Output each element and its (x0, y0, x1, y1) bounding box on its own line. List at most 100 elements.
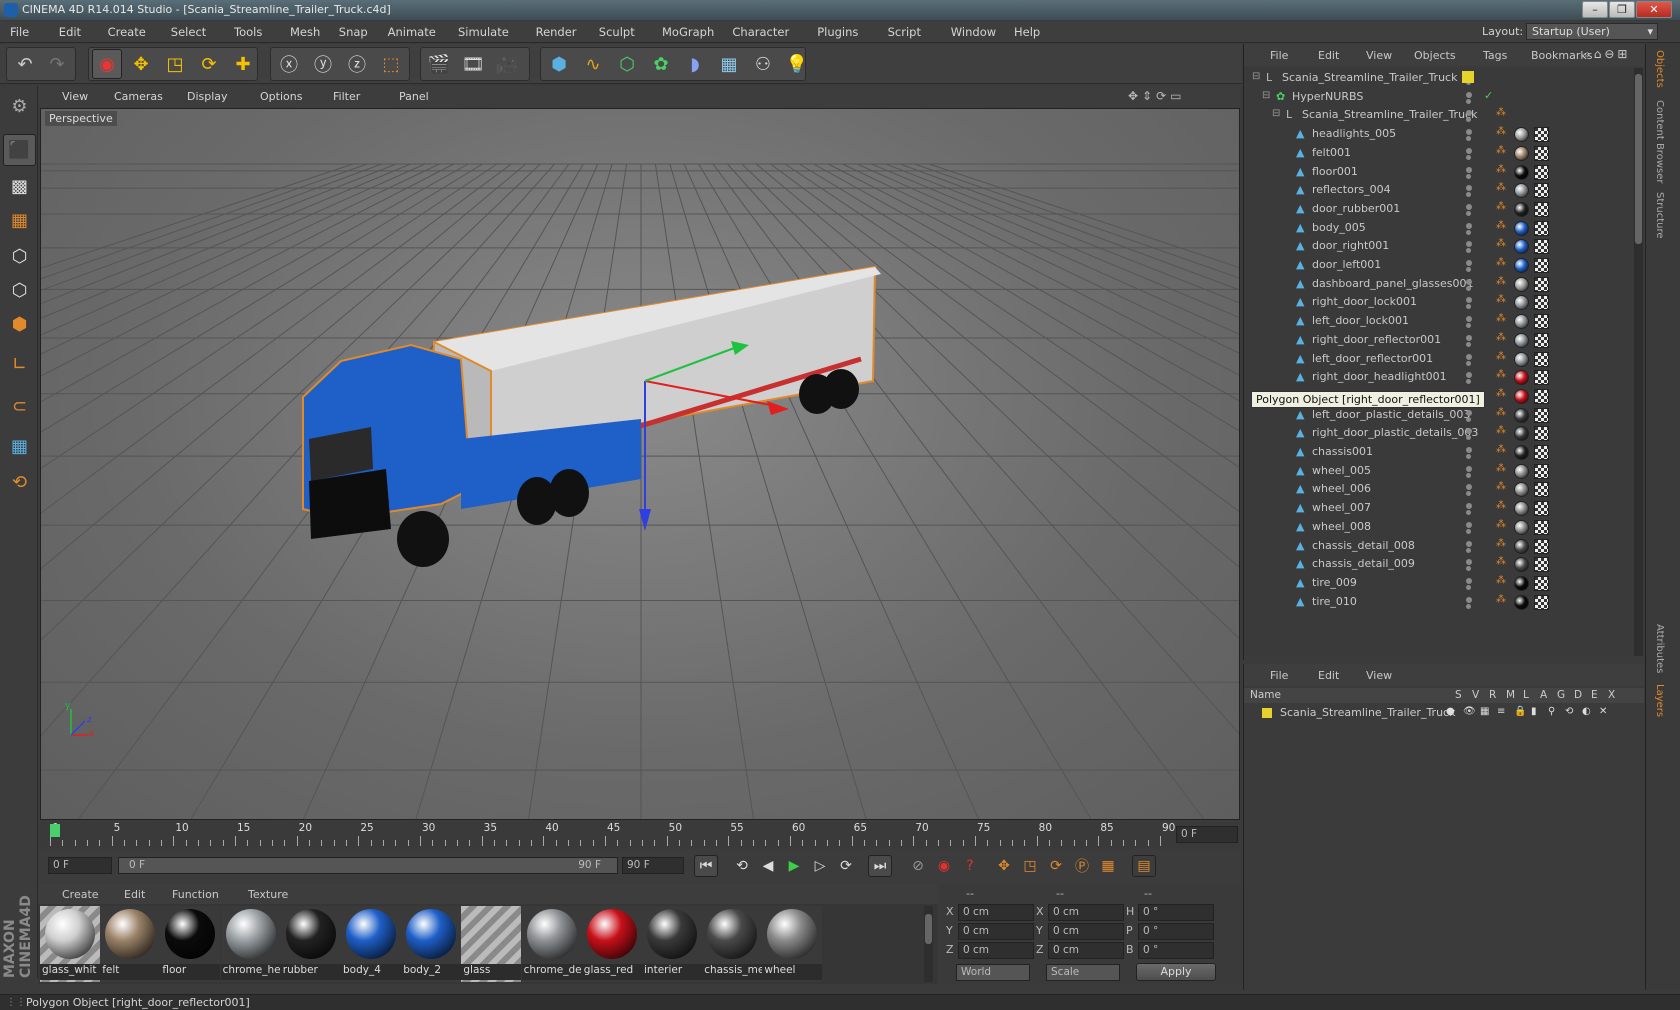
object-row[interactable]: ▲ dashboard_panel_glasses001 ⁂ (1244, 274, 1644, 294)
phong-tag-icon[interactable]: ⁂ (1496, 201, 1506, 212)
x-axis-lock-icon[interactable]: ⓧ (274, 49, 304, 79)
phong-tag-icon[interactable]: ⁂ (1496, 369, 1506, 380)
object-manager-search-icon[interactable]: ⌕⌂⊖⊞ (1584, 47, 1630, 62)
object-row[interactable]: ▲ reflectors_004 ⁂ (1244, 180, 1644, 200)
render-visibility-dot[interactable] (1466, 98, 1471, 104)
workplane-icon[interactable]: ▦ (3, 204, 36, 236)
polygons-mode-icon[interactable]: ⬢ (3, 308, 36, 340)
object-row[interactable]: ▲ tire_010 ⁂ (1244, 592, 1644, 612)
spline-icon[interactable]: ∿ (578, 49, 608, 79)
tree-expander-icon[interactable]: ⊟ (1252, 71, 1260, 82)
key-parameter-icon[interactable]: Ⓟ (1070, 855, 1094, 877)
layer-column-d[interactable]: D (1574, 689, 1582, 701)
phong-tag-icon[interactable]: ⁂ (1496, 220, 1506, 231)
object-row[interactable]: ▲ floor001 ⁂ (1244, 162, 1644, 182)
previous-frame-icon[interactable]: ◀ (756, 855, 780, 877)
material-tag-icon[interactable] (1514, 370, 1529, 386)
phong-tag-icon[interactable]: ⁂ (1496, 500, 1506, 511)
render-visibility-dot[interactable] (1466, 323, 1471, 329)
editor-visibility-dot[interactable] (1466, 409, 1472, 416)
add-object-icon[interactable]: ✚ (228, 49, 258, 79)
live-selection-icon[interactable]: ◉ (92, 49, 122, 79)
editor-visibility-dot[interactable] (1466, 241, 1472, 248)
render-visibility-dot[interactable] (1466, 117, 1471, 123)
layout-select[interactable]: Startup (User) ▾ (1526, 23, 1658, 40)
phong-tag-icon[interactable]: ⁂ (1496, 538, 1506, 549)
workplane-lock-icon[interactable]: ▦ (3, 430, 36, 462)
scale-icon[interactable]: ◳ (160, 49, 190, 79)
phong-tag-icon[interactable]: ⁂ (1496, 276, 1506, 287)
layer-column-x[interactable]: X (1608, 689, 1615, 701)
material-body-4[interactable]: body_4 (341, 906, 401, 982)
coord-value-field[interactable]: 0 cm (1048, 904, 1124, 921)
object-tree-scrollbar[interactable] (1634, 68, 1643, 656)
apply-button[interactable]: Apply (1136, 963, 1216, 981)
editor-visibility-dot[interactable] (1466, 447, 1472, 453)
menu-animate[interactable]: Animate (388, 25, 436, 39)
material-tag-icon[interactable] (1514, 239, 1529, 255)
render-visibility-dot[interactable] (1466, 566, 1471, 572)
material-tag-icon[interactable] (1514, 519, 1529, 535)
layer-color-swatch[interactable] (1462, 71, 1474, 83)
menu-select[interactable]: Select (171, 25, 206, 39)
layer-toggle-icon[interactable]: ⟲ (1565, 706, 1573, 717)
render-visibility-dot[interactable] (1466, 416, 1471, 422)
layer-column-l[interactable]: L (1523, 689, 1529, 701)
tab-attributes[interactable]: Attributes (1654, 624, 1665, 673)
editor-visibility-dot[interactable] (1466, 260, 1472, 266)
object-row[interactable]: ⊟ L Scania_Streamline_Trailer_Truck ⁂ (1244, 105, 1644, 125)
render-visibility-dot[interactable] (1466, 528, 1471, 534)
material-tag-icon[interactable] (1514, 463, 1529, 479)
phong-tag-icon[interactable]: ⁂ (1496, 556, 1506, 567)
phong-tag-icon[interactable]: ⁂ (1496, 238, 1506, 249)
material-scrollbar[interactable] (924, 906, 933, 982)
viewport-menu-options[interactable]: Options (260, 90, 302, 103)
render-visibility-dot[interactable] (1466, 136, 1471, 142)
menu-mesh[interactable]: Mesh (290, 25, 320, 39)
object-row[interactable]: ▲ felt001 ⁂ (1244, 143, 1644, 163)
go-to-start-icon[interactable]: ⏮ (694, 855, 718, 877)
editor-visibility-dot[interactable] (1466, 129, 1472, 136)
menu-window[interactable]: Window (951, 25, 996, 39)
autokey-icon[interactable]: ⊘ (906, 855, 930, 877)
material-menu-texture[interactable]: Texture (248, 888, 288, 901)
start-frame-field[interactable]: 0 F (48, 857, 112, 874)
uvw-tag-icon[interactable] (1534, 519, 1549, 535)
coord-value-field[interactable]: 0 cm (958, 942, 1034, 959)
object-row[interactable]: ▲ door_right001 ⁂ (1244, 236, 1644, 256)
material-glass[interactable]: glass (461, 906, 522, 982)
render-visibility-dot[interactable] (1466, 192, 1471, 198)
uvw-tag-icon[interactable] (1534, 351, 1549, 367)
menu-sculpt[interactable]: Sculpt (599, 25, 635, 39)
make-editable-icon[interactable]: ⚙ (3, 90, 36, 122)
editor-visibility-dot[interactable] (1466, 297, 1472, 304)
timeline-window-icon[interactable]: ▤ (1132, 855, 1156, 877)
menu-file[interactable]: File (10, 25, 29, 39)
editor-visibility-dot[interactable] (1466, 484, 1472, 491)
material-menu-function[interactable]: Function (172, 888, 219, 901)
layer-column-s[interactable]: S (1455, 689, 1462, 701)
render-visibility-dot[interactable] (1466, 547, 1471, 553)
object-row[interactable]: ⊟ ✿ HyperNURBS ✓ (1244, 87, 1644, 107)
material-glass-white[interactable]: glass_whit (40, 906, 100, 982)
layer-toggle-icon[interactable]: ⚲ (1548, 706, 1555, 717)
record-icon[interactable]: ◉ (932, 855, 956, 877)
menu-tools[interactable]: Tools (234, 25, 262, 39)
object-row[interactable]: ▲ wheel_005 ⁂ (1244, 461, 1644, 481)
menu-plugins[interactable]: Plugins (817, 25, 858, 39)
render-visibility-dot[interactable] (1466, 510, 1471, 516)
render-visibility-dot[interactable] (1466, 229, 1471, 235)
editor-visibility-dot[interactable] (1466, 147, 1472, 154)
layer-menu-edit[interactable]: Edit (1318, 669, 1339, 682)
object-menu-file[interactable]: File (1270, 49, 1288, 62)
object-row[interactable]: ▲ wheel_007 ⁂ (1244, 498, 1644, 518)
phong-tag-icon[interactable]: ⁂ (1496, 294, 1506, 305)
model-mode-icon[interactable]: ⬛ (3, 134, 36, 166)
edges-mode-icon[interactable]: ⬡ (3, 274, 36, 306)
menu-render[interactable]: Render (536, 25, 577, 39)
material-menu-edit[interactable]: Edit (124, 888, 145, 901)
z-axis-lock-icon[interactable]: ⓩ (342, 49, 372, 79)
editor-visibility-dot[interactable] (1466, 372, 1472, 379)
material-body-2[interactable]: body_2 (401, 906, 462, 982)
object-menu-edit[interactable]: Edit (1318, 49, 1339, 62)
